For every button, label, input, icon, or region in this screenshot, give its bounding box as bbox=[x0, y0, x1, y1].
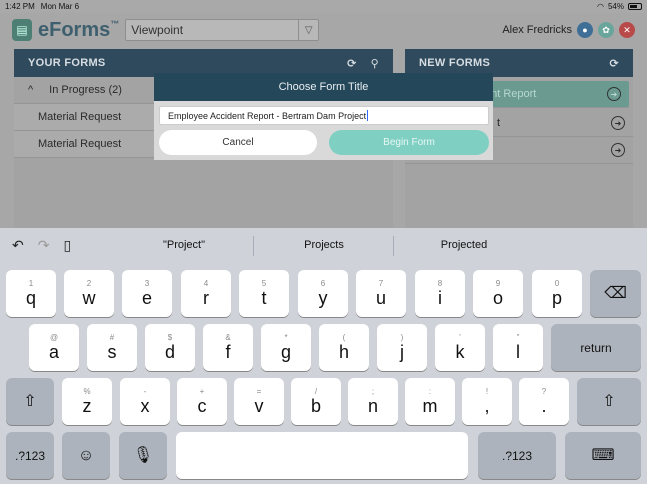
key-u[interactable]: 7u bbox=[356, 270, 406, 317]
microphone-icon: 🎙 bbox=[132, 446, 154, 464]
numbers-key-left[interactable]: .?123 bbox=[6, 432, 54, 479]
search-icon[interactable]: ⚲ bbox=[371, 57, 379, 70]
key-x[interactable]: -x bbox=[120, 378, 170, 425]
return-key[interactable]: return bbox=[551, 324, 641, 371]
chevron-up-icon: ^ bbox=[28, 84, 34, 96]
new-forms-title: NEW FORMS bbox=[419, 57, 491, 69]
redo-icon[interactable]: ↷ bbox=[38, 237, 50, 254]
keyboard-dismiss-icon: ⌨ bbox=[591, 446, 615, 464]
key-g[interactable]: * g bbox=[261, 324, 311, 371]
suggestion-item[interactable]: Projected bbox=[426, 239, 502, 251]
key-b[interactable]: / b bbox=[291, 378, 341, 425]
user-name: Alex Fredricks bbox=[502, 24, 572, 36]
user-profile-icon[interactable]: ● bbox=[577, 22, 593, 38]
in-progress-label: In Progress (2) bbox=[49, 84, 122, 96]
suggestion-bar: ↶ ↷ ▯ "Project" Projects Projected bbox=[0, 228, 647, 264]
dialog-title: Choose Form Title bbox=[154, 73, 493, 101]
suggestion-item[interactable]: Projects bbox=[286, 239, 362, 251]
shift-arrow-icon: ⇧ bbox=[602, 392, 616, 410]
key-k[interactable]: ' k bbox=[435, 324, 485, 371]
project-select[interactable]: Viewpoint ▽ bbox=[125, 19, 320, 41]
wifi-icon: ◠ bbox=[597, 2, 604, 11]
key-period[interactable]: ?. bbox=[519, 378, 569, 425]
key-e[interactable]: 3e bbox=[122, 270, 172, 317]
key-p[interactable]: 0p bbox=[532, 270, 582, 317]
key-t[interactable]: 5t bbox=[239, 270, 289, 317]
choose-form-title-dialog: Choose Form Title Employee Accident Repo… bbox=[154, 73, 493, 160]
logo-text: eForms™ bbox=[38, 18, 120, 41]
key-s[interactable]: # s bbox=[87, 324, 137, 371]
arrow-right-circle-icon: ➜ bbox=[611, 116, 625, 130]
status-bar: 1:42 PM Mon Mar 6 ◠ 54% bbox=[0, 0, 647, 13]
undo-icon[interactable]: ↶ bbox=[12, 237, 24, 254]
key-m[interactable]: :m bbox=[405, 378, 455, 425]
dictation-key[interactable]: 🎙 bbox=[119, 432, 167, 479]
status-date: Mon Mar 6 bbox=[40, 2, 80, 11]
key-o[interactable]: 9o bbox=[473, 270, 523, 317]
project-select-value: Viewpoint bbox=[131, 23, 184, 37]
form-logo-icon: ▤ bbox=[12, 19, 32, 41]
key-y[interactable]: 6y bbox=[298, 270, 348, 317]
close-icon[interactable]: ✕ bbox=[619, 22, 635, 38]
shift-key-right[interactable]: ⇧ bbox=[577, 378, 641, 425]
text-cursor bbox=[367, 110, 369, 121]
suggestion-divider bbox=[393, 236, 394, 256]
paste-icon[interactable]: ▯ bbox=[63, 237, 71, 254]
user-area: Alex Fredricks ● ✿ ✕ bbox=[502, 22, 635, 38]
emoji-icon: ☺ bbox=[77, 446, 95, 464]
numbers-key-right[interactable]: .?123 bbox=[478, 432, 556, 479]
backspace-icon: ⌫ bbox=[604, 284, 627, 302]
key-a[interactable]: @ a bbox=[29, 324, 79, 371]
key-z[interactable]: % z bbox=[62, 378, 112, 425]
key-r[interactable]: 4r bbox=[181, 270, 231, 317]
key-d[interactable]: $ d bbox=[145, 324, 195, 371]
key-v[interactable]: = v bbox=[234, 378, 284, 425]
key-comma[interactable]: !, bbox=[462, 378, 512, 425]
arrow-right-circle-icon: ➜ bbox=[611, 143, 625, 157]
status-time: 1:42 PM bbox=[5, 2, 35, 11]
key-h[interactable]: (h bbox=[319, 324, 369, 371]
key-j[interactable]: ) j bbox=[377, 324, 427, 371]
your-forms-title: YOUR FORMS bbox=[28, 57, 106, 69]
refresh-icon[interactable]: ⟳ bbox=[609, 57, 619, 70]
refresh-icon[interactable]: ⟳ bbox=[347, 57, 357, 70]
emoji-key[interactable]: ☺ bbox=[62, 432, 110, 479]
settings-gear-icon[interactable]: ✿ bbox=[598, 22, 614, 38]
cancel-button[interactable]: Cancel bbox=[159, 130, 317, 155]
space-bar[interactable] bbox=[176, 432, 468, 479]
dismiss-keyboard-key[interactable]: ⌨ bbox=[565, 432, 641, 479]
key-n[interactable]: ; n bbox=[348, 378, 398, 425]
logo: ▤ eForms™ bbox=[12, 19, 119, 42]
arrow-right-circle-icon: ➜ bbox=[607, 87, 621, 101]
onscreen-keyboard: ↶ ↷ ▯ "Project" Projects Projected 1q 2w… bbox=[0, 228, 647, 484]
form-title-input[interactable]: Employee Accident Report - Bertram Dam P… bbox=[159, 106, 489, 125]
battery-percent: 54% bbox=[607, 2, 624, 11]
key-q[interactable]: 1q bbox=[6, 270, 56, 317]
shift-arrow-icon: ⇧ bbox=[23, 392, 37, 410]
key-w[interactable]: 2w bbox=[64, 270, 114, 317]
key-f[interactable]: & f bbox=[203, 324, 253, 371]
key-i[interactable]: 8i bbox=[415, 270, 465, 317]
shift-key-left[interactable]: ⇧ bbox=[6, 378, 54, 425]
key-l[interactable]: " l bbox=[493, 324, 543, 371]
suggestion-item[interactable]: "Project" bbox=[148, 239, 220, 251]
app-header: ▤ eForms™ Viewpoint ▽ Alex Fredricks ● ✿… bbox=[0, 13, 647, 47]
battery-icon bbox=[628, 3, 642, 10]
delete-key[interactable]: ⌫ bbox=[590, 270, 641, 317]
begin-form-button[interactable]: Begin Form bbox=[329, 130, 489, 155]
suggestion-divider bbox=[253, 236, 254, 256]
chevron-down-icon: ▽ bbox=[298, 20, 318, 40]
form-title-input-value: Employee Accident Report - Bertram Dam P… bbox=[168, 110, 367, 121]
key-c[interactable]: + c bbox=[177, 378, 227, 425]
